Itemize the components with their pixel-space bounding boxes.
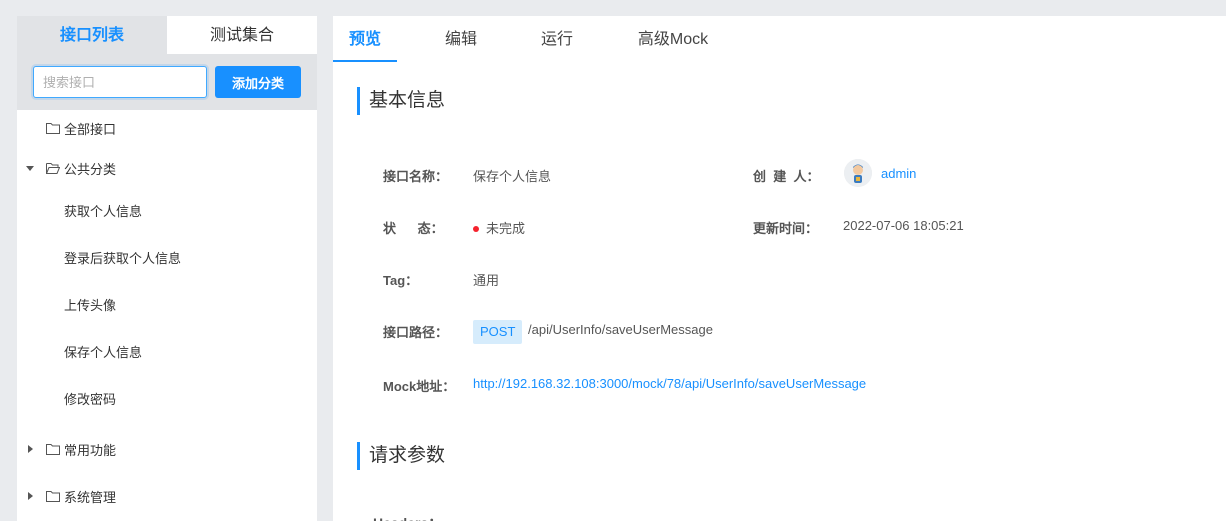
add-category-button[interactable]: 添加分类 [215,66,301,98]
search-input[interactable] [33,66,207,98]
tab-edit[interactable]: 编辑 [429,16,493,62]
mock-label: Mock地址： [383,379,456,394]
tree-child-item[interactable]: 上传头像 [17,286,317,322]
tag-value: 通用 [473,273,500,288]
tree-child-label: 获取个人信息 [64,203,143,219]
folder-icon [46,444,60,455]
basic-info-title: 基本信息 [357,87,445,115]
api-name-label: 接口名称： [383,169,449,184]
status-label: 状 态： [383,221,444,236]
user-avatar-icon [844,159,872,187]
folder-icon [46,123,60,134]
detail-panel: 预览 编辑 运行 高级Mock 基本信息 接口名称： 保存个人信息 创 建 人：… [333,16,1226,521]
api-name-value: 保存个人信息 [473,169,552,184]
folder-icon [46,491,60,502]
search-bar: 添加分类 [17,55,317,110]
tab-run[interactable]: 运行 [525,16,589,62]
creator-label: 创 建 人： [753,169,820,184]
updated-value: 2022-07-06 18:05:21 [843,218,964,233]
tree-item-label: 系统管理 [64,489,117,505]
caret-down-icon[interactable] [26,164,34,172]
tree-child-item[interactable]: 登录后获取个人信息 [17,239,317,275]
mock-url-link[interactable]: http://192.168.32.108:3000/mock/78/api/U… [473,376,866,391]
updated-label: 更新时间： [753,221,819,236]
path-label: 接口路径： [383,325,449,340]
tree-item-common[interactable]: 常用功能 [17,431,317,467]
tab-api-list[interactable]: 接口列表 [17,16,167,55]
left-tabs: 接口列表 测试集合 [17,16,317,55]
tree-child-item[interactable]: 修改密码 [17,380,317,416]
tree-item-label: 常用功能 [64,442,117,458]
tree-item-public[interactable]: 公共分类 [17,150,317,186]
avatar[interactable] [844,159,872,187]
tab-test-collection[interactable]: 测试集合 [167,16,317,55]
tab-preview[interactable]: 预览 [333,16,397,62]
tab-advanced-mock[interactable]: 高级Mock [621,16,725,62]
left-panel: 接口列表 测试集合 添加分类 全部接口 公共分类 获取个人信息 登录后获取个人信… [17,16,317,521]
detail-tabs: 预览 编辑 运行 高级Mock [333,16,1226,62]
tree-item-label: 全部接口 [64,121,117,137]
request-params-title: 请求参数 [357,442,445,470]
tree-child-label: 保存个人信息 [64,344,143,360]
caret-right-icon[interactable] [26,445,34,453]
path-value: /api/UserInfo/saveUserMessage [528,322,713,337]
tree-child-item[interactable]: 获取个人信息 [17,192,317,228]
tree-item-label: 公共分类 [64,161,117,177]
tree-child-label: 上传头像 [64,297,117,313]
tree-child-item[interactable]: 保存个人信息 [17,333,317,369]
status-value: 未完成 [473,218,525,237]
method-badge: POST [473,320,523,344]
status-dot [473,225,479,232]
creator-link[interactable]: admin [881,166,916,181]
tree-item-system[interactable]: 系统管理 [17,478,317,514]
tree-child-label: 修改密码 [64,391,117,407]
folder-open-icon [46,163,60,174]
tree-child-label: 登录后获取个人信息 [64,250,182,266]
headers-label: Headers： [373,513,442,521]
status-text: 未完成 [486,221,526,236]
caret-right-icon[interactable] [26,492,34,500]
tree-item-all[interactable]: 全部接口 [17,110,317,146]
tag-label: Tag： [383,273,419,288]
